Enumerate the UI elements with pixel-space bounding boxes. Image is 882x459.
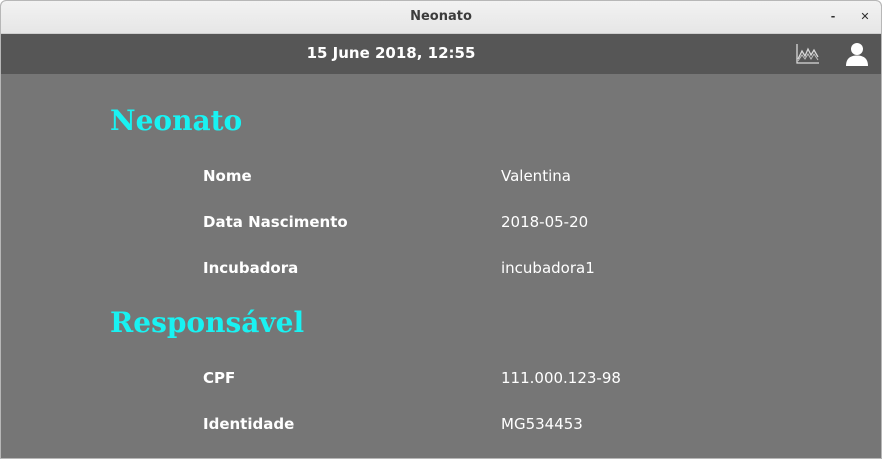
app-header: 15 June 2018, 12:55 bbox=[1, 34, 881, 74]
user-button[interactable] bbox=[843, 41, 871, 67]
data-nascimento-value: 2018-05-20 bbox=[501, 213, 589, 231]
data-nascimento-label: Data Nascimento bbox=[203, 213, 348, 231]
nome-value: Valentina bbox=[501, 167, 571, 185]
datetime-label: 15 June 2018, 12:55 bbox=[306, 44, 476, 62]
user-icon bbox=[846, 43, 868, 66]
main-content: Neonato Nome Valentina Data Nascimento 2… bbox=[1, 74, 881, 458]
chart-button[interactable] bbox=[793, 41, 821, 67]
minimize-button[interactable]: - bbox=[826, 10, 840, 24]
incubadora-value: incubadora1 bbox=[501, 259, 595, 277]
window-title: Neonato bbox=[410, 9, 472, 24]
identidade-label: Identidade bbox=[203, 415, 295, 433]
chart-icon bbox=[796, 44, 819, 64]
cpf-value: 111.000.123-98 bbox=[501, 369, 621, 387]
close-button[interactable]: ✕ bbox=[858, 10, 872, 24]
cpf-label: CPF bbox=[203, 369, 236, 387]
nome-label: Nome bbox=[203, 167, 252, 185]
window-titlebar[interactable]: Neonato - ✕ bbox=[1, 1, 881, 34]
app-window: Neonato - ✕ 15 June 2018, 12:55 Neonato … bbox=[0, 0, 882, 459]
responsavel-section-title: Responsável bbox=[110, 306, 305, 339]
identidade-value: MG534453 bbox=[501, 415, 583, 433]
incubadora-label: Incubadora bbox=[203, 259, 299, 277]
neonato-section-title: Neonato bbox=[110, 104, 243, 137]
